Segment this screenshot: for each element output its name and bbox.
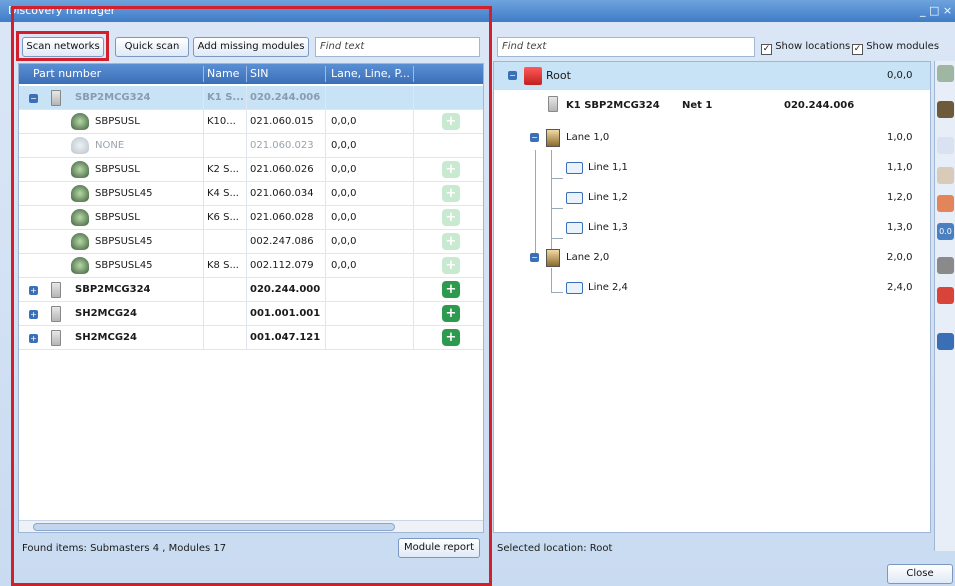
tree-lane-value: 2,0,0 <box>887 252 913 263</box>
show-modules-checkbox[interactable]: ✓ Show modules <box>852 40 940 55</box>
lane-icon <box>546 129 560 147</box>
right-toolbar: 0.0 <box>934 61 955 551</box>
tree-line-value: 2,4,0 <box>887 282 913 293</box>
tree-node-line[interactable]: Line 1,2 1,2,0 <box>494 184 930 212</box>
stop-icon[interactable] <box>937 287 954 304</box>
discovery-manager-window: Discovery manager _ □ × Scan networks Qu… <box>0 0 955 586</box>
counter-icon[interactable]: 0.0 <box>937 223 954 240</box>
find-text-input-right[interactable]: Find text <box>497 37 755 57</box>
tree-node-lane[interactable]: − Lane 2,0 2,0,0 <box>494 244 930 272</box>
tree-line-label: Line 1,1 <box>588 162 628 173</box>
tree-line-label: Line 1,3 <box>588 222 628 233</box>
tree-line-value: 1,1,0 <box>887 162 913 173</box>
show-locations-checkbox[interactable]: ✓ Show locations <box>761 40 851 55</box>
tools-icon[interactable] <box>937 257 954 274</box>
tree-line-value: 1,2,0 <box>887 192 913 203</box>
selected-location-text: Selected location: Root <box>497 543 613 554</box>
show-locations-label: Show locations <box>775 41 851 52</box>
highlight-frame-scan-button <box>16 31 109 61</box>
close-button[interactable]: Close <box>887 564 953 584</box>
tree-line-value: 1,3,0 <box>887 222 913 233</box>
checkbox-checked-icon: ✓ <box>852 44 863 55</box>
checkbox-checked-icon: ✓ <box>761 44 772 55</box>
tag-icon[interactable] <box>937 195 954 212</box>
location-tree: − Root 0,0,0 K1 SBP2MCG324 Net 1 020.244… <box>493 61 931 533</box>
tree-module-net: Net 1 <box>682 100 713 111</box>
collapse-icon[interactable]: − <box>530 133 539 142</box>
tree-lane-value: 1,0,0 <box>887 132 913 143</box>
tree-node-line[interactable]: Line 2,4 2,4,0 <box>494 274 930 302</box>
tree-line-label: Line 1,2 <box>588 192 628 203</box>
grid-icon[interactable] <box>937 333 954 350</box>
tree-root-value: 0,0,0 <box>887 70 913 81</box>
collapse-icon[interactable]: − <box>508 71 517 80</box>
tree-line-label: Line 2,4 <box>588 282 628 293</box>
network-icon[interactable] <box>937 137 954 154</box>
tree-root-label: Root <box>546 69 571 82</box>
line-icon <box>566 192 583 204</box>
submaster-icon <box>548 96 558 112</box>
tree-lane-label: Lane 2,0 <box>566 252 610 263</box>
tree-lane-label: Lane 1,0 <box>566 132 610 143</box>
collapse-icon[interactable]: − <box>530 253 539 262</box>
tree-module-sin: 020.244.006 <box>784 100 855 111</box>
tree-node-module[interactable]: K1 SBP2MCG324 Net 1 020.244.006 <box>494 92 930 120</box>
line-icon <box>566 222 583 234</box>
window-controls[interactable]: _ □ × <box>920 0 952 22</box>
line-icon <box>566 162 583 174</box>
hand-icon[interactable] <box>937 167 954 184</box>
tree-node-lane[interactable]: − Lane 1,0 1,0,0 <box>494 124 930 152</box>
tree-node-line[interactable]: Line 1,3 1,3,0 <box>494 214 930 242</box>
lane-icon <box>546 249 560 267</box>
toolbox-icon[interactable] <box>937 65 954 82</box>
line-icon <box>566 282 583 294</box>
show-modules-label: Show modules <box>866 41 940 52</box>
tree-node-root[interactable]: − Root 0,0,0 <box>494 62 930 90</box>
highlight-frame-left-panel <box>11 6 492 586</box>
tree-module-label: K1 SBP2MCG324 <box>566 100 660 111</box>
tree-node-line[interactable]: Line 1,1 1,1,0 <box>494 154 930 182</box>
module-icon[interactable] <box>937 101 954 118</box>
root-icon <box>524 67 542 85</box>
